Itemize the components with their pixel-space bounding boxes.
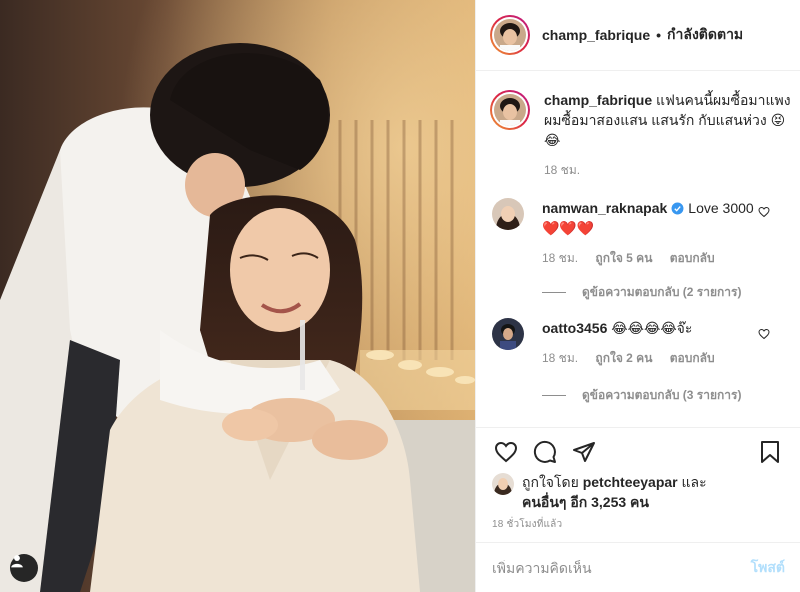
commenter-avatar[interactable] <box>492 318 524 350</box>
comment-likes[interactable]: ถูกใจ 2 คน <box>595 351 652 365</box>
comment-time[interactable]: 18 ชม. <box>542 351 578 365</box>
comment-meta: 18 ชม. ถูกใจ 2 คน ตอบกลับ <box>542 348 764 368</box>
heart-icon <box>494 441 518 463</box>
add-comment-bar: โพสต์ <box>476 542 800 592</box>
comment-username[interactable]: oatto3456 <box>542 320 607 336</box>
caption-avatar-image <box>494 94 526 126</box>
likes-others: คนอื่นๆ <box>522 494 567 510</box>
reply-button[interactable]: ตอบกลับ <box>670 251 715 265</box>
couple-photo <box>0 0 475 592</box>
caption-time[interactable]: 18 ชม. <box>544 160 792 180</box>
action-bar <box>476 427 800 475</box>
header-separator: • <box>656 27 662 43</box>
post-comment-button[interactable]: โพสต์ <box>751 557 785 579</box>
like-button[interactable] <box>492 438 520 466</box>
comment-text: 😂😂😂😂จ๊ะ <box>611 320 693 336</box>
share-icon <box>573 442 595 462</box>
view-replies-button[interactable]: ดูข้อความตอบกลับ (3 รายการ) <box>542 386 741 405</box>
comments-list[interactable]: champ_fabrique แฟนคนนี้ผมซื้อมาแพง ผมซื้… <box>476 72 800 427</box>
liker-avatar[interactable] <box>492 473 514 495</box>
comment-input[interactable] <box>492 559 751 576</box>
caption-avatar[interactable] <box>490 90 530 130</box>
verified-badge-icon <box>671 202 684 215</box>
user-tag-button[interactable] <box>10 554 38 582</box>
replies-divider <box>542 292 566 293</box>
likes-prefix: ถูกใจโดย <box>522 474 579 490</box>
likes-count: อีก 3,253 คน <box>570 494 649 510</box>
comment-item: oatto3456 😂😂😂😂จ๊ะ 18 ชม. ถูกใจ 2 คน ตอบก… <box>492 318 792 368</box>
comment-likes[interactable]: ถูกใจ 5 คน <box>595 251 652 265</box>
follow-status-button[interactable]: กำลังติดตาม <box>667 24 743 46</box>
reply-button[interactable]: ตอบกลับ <box>670 351 715 365</box>
view-replies-label: ดูข้อความตอบกลับ (3 รายการ) <box>582 388 742 402</box>
likes-summary: ถูกใจโดย petchteeyapar และ คนอื่นๆ อีก 3… <box>492 472 792 512</box>
comment-body: namwan_raknapak Love 3000 ❤️❤️❤️ 18 ชม. ถ… <box>542 198 764 268</box>
caption-username[interactable]: champ_fabrique <box>544 92 652 108</box>
post-side-panel: champ_fabrique • กำลังติดตาม champ_fabri… <box>475 0 800 592</box>
comment-button[interactable] <box>531 438 559 466</box>
author-username[interactable]: champ_fabrique <box>542 27 650 43</box>
post-timestamp[interactable]: 18 ชั่วโมงที่แล้ว <box>492 517 562 532</box>
post-caption: champ_fabrique แฟนคนนี้ผมซื้อมาแพง ผมซื้… <box>490 90 792 180</box>
liker-username[interactable]: petchteeyapar <box>583 474 678 490</box>
comment-like-heart-icon[interactable] <box>758 206 770 218</box>
bookmark-icon <box>761 441 779 463</box>
caption-body: champ_fabrique แฟนคนนี้ผมซื้อมาแพง ผมซื้… <box>544 90 792 180</box>
likes-text: ถูกใจโดย petchteeyapar และ คนอื่นๆ อีก 3… <box>522 472 707 512</box>
post-photo[interactable] <box>0 0 475 592</box>
comment-body: oatto3456 😂😂😂😂จ๊ะ 18 ชม. ถูกใจ 2 คน ตอบก… <box>542 318 764 368</box>
view-replies-button[interactable]: ดูข้อความตอบกลับ (2 รายการ) <box>542 283 741 302</box>
author-avatar[interactable] <box>490 15 530 55</box>
post-header: champ_fabrique • กำลังติดตาม <box>476 0 800 71</box>
comment-icon <box>533 440 556 463</box>
author-avatar-image <box>494 19 526 51</box>
comment-item: namwan_raknapak Love 3000 ❤️❤️❤️ 18 ชม. ถ… <box>492 198 792 268</box>
likes-conjunction: และ <box>681 474 707 490</box>
commenter-avatar[interactable] <box>492 198 524 230</box>
view-replies-label: ดูข้อความตอบกลับ (2 รายการ) <box>582 285 742 299</box>
comment-like-heart-icon[interactable] <box>758 328 770 340</box>
instagram-post: champ_fabrique • กำลังติดตาม champ_fabri… <box>0 0 800 592</box>
comment-time[interactable]: 18 ชม. <box>542 251 578 265</box>
replies-divider <box>542 395 566 396</box>
comment-username[interactable]: namwan_raknapak <box>542 200 667 216</box>
share-button[interactable] <box>570 438 598 466</box>
save-button[interactable] <box>756 438 784 466</box>
user-tag-icon <box>11 555 23 568</box>
likes-others-link[interactable]: คนอื่นๆ อีก 3,253 คน <box>522 494 649 510</box>
comment-meta: 18 ชม. ถูกใจ 5 คน ตอบกลับ <box>542 248 764 268</box>
